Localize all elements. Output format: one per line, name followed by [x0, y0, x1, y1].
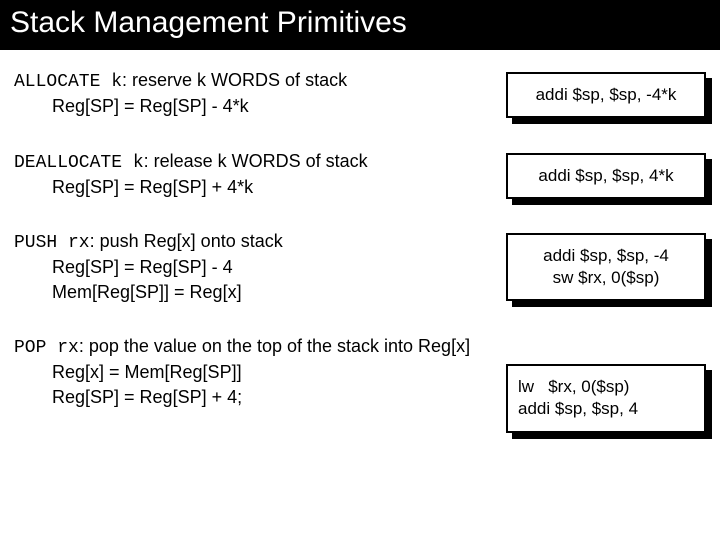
allocate-code: addi $sp, $sp, -4*k: [506, 72, 706, 118]
pop-text: POP rx: pop the value on the top of the …: [14, 334, 706, 360]
pop-op-0: Reg[x] = Mem[Reg[SP]]: [14, 360, 496, 384]
push-cmd: PUSH rx: [14, 233, 90, 253]
slide-title: Stack Management Primitives: [0, 0, 720, 50]
deallocate-code: addi $sp, $sp, 4*k: [506, 153, 706, 199]
pop-code: lw $rx, 0($sp) addi $sp, $sp, 4: [506, 364, 706, 432]
deallocate-op-0: Reg[SP] = Reg[SP] + 4*k: [14, 175, 496, 199]
allocate-text: ALLOCATE k: reserve k WORDS of stack Reg…: [14, 68, 506, 119]
section-pop: POP rx: pop the value on the top of the …: [14, 334, 706, 432]
section-deallocate: DEALLOCATE k: release k WORDS of stack R…: [14, 149, 706, 200]
allocate-cmd: ALLOCATE k: [14, 72, 122, 92]
push-op-1: Mem[Reg[SP]] = Reg[x]: [14, 280, 496, 304]
pop-cmd: POP rx: [14, 338, 79, 358]
slide-body: ALLOCATE k: reserve k WORDS of stack Reg…: [0, 50, 720, 443]
allocate-op-0: Reg[SP] = Reg[SP] - 4*k: [14, 94, 496, 118]
pop-ops: Reg[x] = Mem[Reg[SP]] Reg[SP] = Reg[SP] …: [14, 360, 506, 409]
push-op-0: Reg[SP] = Reg[SP] - 4: [14, 255, 496, 279]
pop-op-1: Reg[SP] = Reg[SP] + 4;: [14, 385, 496, 409]
push-desc: : push Reg[x] onto stack: [90, 231, 283, 251]
section-allocate: ALLOCATE k: reserve k WORDS of stack Reg…: [14, 68, 706, 119]
deallocate-text: DEALLOCATE k: release k WORDS of stack R…: [14, 149, 506, 200]
push-text: PUSH rx: push Reg[x] onto stack Reg[SP] …: [14, 229, 506, 304]
deallocate-codebox: addi $sp, $sp, 4*k: [506, 153, 706, 199]
pop-desc: : pop the value on the top of the stack …: [79, 336, 470, 356]
deallocate-desc: : release k WORDS of stack: [144, 151, 368, 171]
push-codebox: addi $sp, $sp, -4 sw $rx, 0($sp): [506, 233, 706, 301]
push-code: addi $sp, $sp, -4 sw $rx, 0($sp): [506, 233, 706, 301]
section-push: PUSH rx: push Reg[x] onto stack Reg[SP] …: [14, 229, 706, 304]
deallocate-cmd: DEALLOCATE k: [14, 153, 144, 173]
allocate-codebox: addi $sp, $sp, -4*k: [506, 72, 706, 118]
allocate-desc: : reserve k WORDS of stack: [122, 70, 347, 90]
pop-codebox: lw $rx, 0($sp) addi $sp, $sp, 4: [506, 364, 706, 432]
